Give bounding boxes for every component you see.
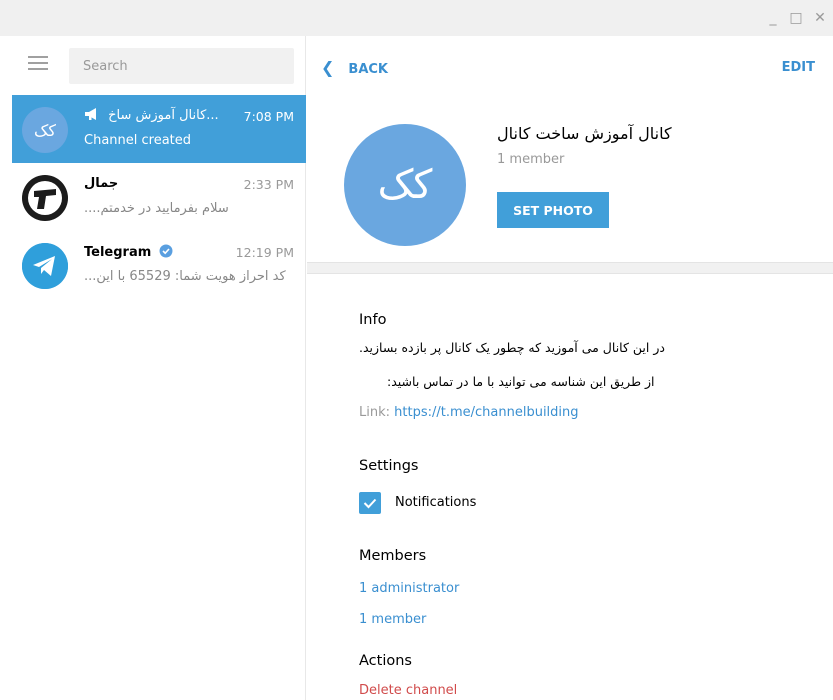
back-button[interactable]: ❮ BACK — [321, 58, 388, 77]
hamburger-menu-icon[interactable] — [28, 56, 48, 72]
avatar — [22, 243, 68, 289]
channel-link[interactable]: https://t.me/channelbuilding — [394, 405, 578, 420]
chevron-left-icon: ❮ — [321, 58, 335, 77]
link-label: Link: — [359, 405, 395, 420]
chat-time: 2:33 PM — [243, 177, 294, 192]
search-input[interactable] — [69, 48, 294, 84]
chat-time: 7:08 PM — [243, 109, 294, 124]
chat-preview: سلام بفرمایید در خدمتم.... — [84, 201, 229, 216]
set-photo-button[interactable]: SET PHOTO — [497, 192, 609, 228]
window-gutter — [0, 36, 12, 700]
members-link[interactable]: 1 member — [359, 612, 426, 627]
window-titlebar: _ □ ✕ — [0, 0, 833, 36]
avatar-initials: کک — [377, 162, 433, 208]
channel-name: کانال آموزش ساخت کانال — [497, 124, 672, 143]
edit-button[interactable]: EDIT — [782, 60, 815, 75]
delete-channel-link[interactable]: Delete channel — [359, 683, 457, 698]
channel-info-panel: ❮ BACK EDIT کک کانال آموزش ساخت کانال 1 m… — [307, 36, 833, 700]
avatar: کک — [22, 107, 68, 153]
chat-item-jamal[interactable]: جمال 2:33 PM سلام بفرمایید در خدمتم.... — [12, 163, 306, 231]
chat-name: کانال آموزش ساخ... — [84, 108, 219, 123]
section-divider — [307, 262, 833, 274]
maximize-button[interactable]: □ — [788, 10, 804, 26]
chat-time: 12:19 PM — [235, 245, 294, 260]
channel-description-line2: از طریق این شناسه می توانید با ما در تما… — [387, 374, 655, 389]
verified-badge-icon — [159, 244, 173, 258]
channel-description-line1: در این کانال می آموزید که چطور یک کانال … — [359, 340, 665, 355]
search-box — [69, 48, 294, 84]
chat-name: Telegram — [84, 244, 173, 260]
chat-preview: کد احراز هویت شما: 65529 با این... — [84, 269, 286, 284]
telegram-icon — [22, 243, 68, 289]
channel-link-row: Link: https://t.me/channelbuilding — [359, 405, 579, 420]
info-section-title: Info — [359, 312, 387, 328]
chat-item-telegram[interactable]: Telegram 12:19 PM کد احراز هویت شما: 655… — [12, 231, 306, 299]
avatar — [22, 175, 68, 221]
notifications-checkbox[interactable] — [359, 492, 381, 514]
actions-section-title: Actions — [359, 653, 412, 669]
channel-avatar[interactable]: کک — [344, 124, 466, 246]
member-count: 1 member — [497, 152, 565, 167]
settings-section-title: Settings — [359, 458, 419, 474]
members-section-title: Members — [359, 548, 427, 564]
checkmark-icon — [363, 498, 377, 509]
chat-sidebar: کک کانال آموزش ساخ... 7:08 PM Channel cr… — [12, 36, 306, 700]
chat-preview: Channel created — [84, 133, 192, 148]
megaphone-icon — [85, 108, 96, 120]
chat-item-channel[interactable]: کک کانال آموزش ساخ... 7:08 PM Channel cr… — [12, 95, 306, 163]
administrators-link[interactable]: 1 administrator — [359, 581, 459, 596]
notifications-label[interactable]: Notifications — [395, 495, 476, 510]
close-button[interactable]: ✕ — [812, 10, 828, 26]
chat-name: جمال — [84, 176, 119, 191]
logo-avatar-icon — [23, 176, 67, 220]
minimize-button[interactable]: _ — [765, 10, 781, 26]
